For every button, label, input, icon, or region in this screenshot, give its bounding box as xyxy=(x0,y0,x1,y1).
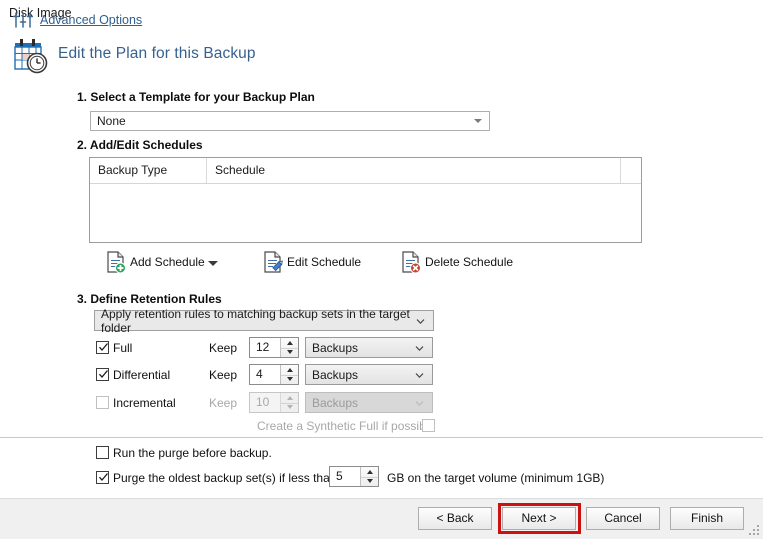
delete-schedule-label: Delete Schedule xyxy=(425,255,514,269)
step-2-label: 2. Add/Edit Schedules xyxy=(77,138,203,152)
rule-differential-unit-value: Backups xyxy=(312,367,359,382)
document-edit-icon xyxy=(262,250,284,274)
rule-incremental-stepper-buttons xyxy=(280,393,298,412)
add-schedule-label: Add Schedule xyxy=(130,255,205,269)
retention-scope-dropdown[interactable]: Apply retention rules to matching backup… xyxy=(94,307,434,335)
stepper-down-button[interactable] xyxy=(281,348,298,358)
synthetic-full-checkbox xyxy=(422,419,435,432)
stepper-down-button[interactable] xyxy=(361,477,378,487)
step-3-label: 3. Define Retention Rules xyxy=(77,292,222,306)
rule-differential-unit-dropdown[interactable]: Backups xyxy=(305,364,433,385)
sliders-icon[interactable] xyxy=(12,11,34,29)
rule-differential-checkbox[interactable] xyxy=(96,368,109,381)
template-dropdown-value: None xyxy=(97,114,126,128)
rule-incremental-unit-dropdown: Backups xyxy=(305,392,433,413)
purge-threshold-value: 5 xyxy=(336,469,343,483)
page-title: Edit the Plan for this Backup xyxy=(58,45,256,62)
synthetic-full-label: Create a Synthetic Full if possible xyxy=(257,419,436,433)
advanced-options-link[interactable]: Advanced Options xyxy=(40,13,142,27)
column-header-schedule[interactable]: Schedule xyxy=(207,158,621,183)
rule-full-checkbox[interactable] xyxy=(96,341,109,354)
rule-differential-stepper-buttons[interactable] xyxy=(280,365,298,384)
add-schedule-caret-down-icon[interactable] xyxy=(208,261,218,266)
purge-threshold-stepper-buttons[interactable] xyxy=(360,467,378,486)
schedules-table-header: Backup Type Schedule xyxy=(90,158,641,183)
rule-incremental-keep-label: Keep xyxy=(209,396,238,410)
chevron-down-icon xyxy=(415,344,424,353)
stepper-down-button xyxy=(281,403,298,413)
step-1-label: 1. Select a Template for your Backup Pla… xyxy=(77,90,315,104)
purge-oldest-set-label: Purge the oldest backup set(s) if less t… xyxy=(113,471,337,485)
retention-scope-value: Apply retention rules to matching backup… xyxy=(101,306,410,335)
back-button[interactable]: < Back xyxy=(418,507,492,530)
delete-schedule-button[interactable]: Delete Schedule xyxy=(400,248,513,276)
chevron-down-icon xyxy=(415,371,424,380)
rule-full-count-stepper[interactable]: 12 xyxy=(249,337,299,358)
rule-incremental-count-value: 10 xyxy=(256,395,270,409)
add-schedule-button[interactable]: Add Schedule xyxy=(105,248,205,276)
cancel-button[interactable]: Cancel xyxy=(586,507,660,530)
edit-schedule-label: Edit Schedule xyxy=(287,255,362,269)
rule-differential-label: Differential xyxy=(113,368,171,382)
rule-differential-keep-label: Keep xyxy=(209,368,238,382)
column-header-extra[interactable] xyxy=(621,158,641,183)
template-dropdown[interactable]: None xyxy=(90,111,490,131)
rule-incremental-count-stepper: 10 xyxy=(249,392,299,413)
next-button-highlight xyxy=(498,503,581,534)
rule-full-keep-label: Keep xyxy=(209,341,238,355)
purge-threshold-suffix: GB on the target volume (minimum 1GB) xyxy=(387,471,605,485)
disk-image-wizard-window: Disk Image Edit the Plan for this Backup… xyxy=(0,0,763,539)
chevron-down-icon xyxy=(416,317,425,326)
run-purge-before-backup-label: Run the purge before backup. xyxy=(113,446,272,460)
rule-full-label: Full xyxy=(113,341,133,355)
schedules-table[interactable]: Backup Type Schedule xyxy=(89,157,642,243)
purge-threshold-stepper[interactable]: 5 xyxy=(329,466,379,487)
rule-differential-count-value: 4 xyxy=(256,367,263,381)
rule-differential-count-stepper[interactable]: 4 xyxy=(249,364,299,385)
rule-full-stepper-buttons[interactable] xyxy=(280,338,298,357)
checkmark-icon xyxy=(98,472,109,483)
wizard-header: Edit the Plan for this Backup xyxy=(0,36,763,78)
checkmark-icon xyxy=(98,369,109,380)
document-delete-icon xyxy=(400,250,422,274)
stepper-down-button[interactable] xyxy=(281,375,298,385)
rule-incremental-unit-value: Backups xyxy=(312,395,359,410)
column-header-backup-type[interactable]: Backup Type xyxy=(90,158,207,183)
purge-oldest-set-checkbox[interactable] xyxy=(96,471,109,484)
resize-grip-icon[interactable] xyxy=(749,525,760,536)
checkmark-icon xyxy=(98,342,109,353)
rule-incremental-label: Incremental xyxy=(113,396,176,410)
calendar-clock-icon xyxy=(11,38,51,76)
caret-down-icon xyxy=(474,119,482,123)
run-purge-before-backup-checkbox[interactable] xyxy=(96,446,109,459)
rule-incremental-checkbox[interactable] xyxy=(96,396,109,409)
document-add-icon xyxy=(105,250,127,274)
schedules-header-divider xyxy=(90,183,641,184)
finish-button[interactable]: Finish xyxy=(670,507,744,530)
section-divider xyxy=(0,437,763,438)
rule-full-unit-dropdown[interactable]: Backups xyxy=(305,337,433,358)
edit-schedule-button[interactable]: Edit Schedule xyxy=(262,248,361,276)
chevron-down-icon xyxy=(415,399,424,408)
rule-full-unit-value: Backups xyxy=(312,340,359,355)
rule-full-count-value: 12 xyxy=(256,340,270,354)
